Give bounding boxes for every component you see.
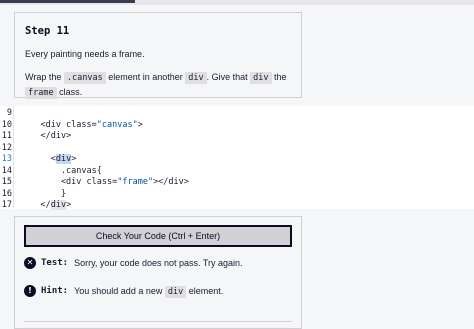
code-line[interactable]: 10 <div class="canvas">: [0, 120, 474, 132]
line-number: 16: [1, 188, 12, 199]
inline-code-canvas: .canvas: [63, 72, 106, 84]
code-line[interactable]: 11 </div>: [0, 131, 474, 143]
lightbulb-icon: !: [24, 285, 36, 297]
line-number: 13: [1, 154, 12, 164]
description-text: Every painting needs a frame. Wrap the .…: [25, 47, 291, 100]
code-line[interactable]: 14 .canvas{: [0, 166, 474, 178]
step-title: Step 11: [25, 25, 70, 37]
hint-row: ! Hint: You should add a new div element…: [24, 285, 292, 298]
hint-label: Hint:: [41, 286, 69, 296]
instruction-part: . Give that: [206, 72, 251, 82]
code-text: </div>: [20, 131, 72, 141]
code-text: <div>: [20, 154, 77, 164]
instruction-part: class.: [56, 87, 83, 97]
code-line[interactable]: 9: [0, 108, 474, 120]
description-panel: Step 11 Every painting needs a frame. Wr…: [14, 12, 302, 100]
instruction-part: the: [271, 72, 287, 82]
line-number: 10: [1, 119, 12, 130]
line-number: 11: [1, 131, 12, 141]
hint-part: element.: [186, 285, 224, 296]
code-text: }: [20, 188, 67, 199]
instruction-part: Wrap the: [25, 72, 64, 82]
code-text: </div>: [20, 200, 72, 210]
code-line[interactable]: 16 }: [0, 189, 474, 201]
code-line[interactable]: 17 </div>: [0, 200, 474, 212]
intro-text: Every painting needs a frame.: [25, 49, 145, 59]
inline-code-div: div: [164, 285, 187, 298]
inline-code-div: div: [250, 72, 272, 84]
instruction-text: Wrap the .canvas element in another div.…: [25, 70, 291, 100]
line-number: 9: [6, 108, 12, 118]
code-line[interactable]: 13 <div>: [0, 154, 474, 166]
line-number: 17: [1, 200, 12, 210]
code-text: <div class="frame"></div>: [20, 177, 189, 187]
divider: [24, 321, 292, 322]
test-label: Test:: [41, 258, 69, 268]
line-number: 14: [1, 165, 12, 176]
test-panel: Check Your Code (Ctrl + Enter) ✕ Test: S…: [14, 216, 302, 329]
hint-message: You should add a new div element.: [74, 285, 224, 298]
line-number: 15: [1, 177, 12, 187]
test-message: Sorry, your code does not pass. Try agai…: [74, 258, 243, 268]
code-line[interactable]: 15 <div class="frame"></div>: [0, 177, 474, 189]
code-text: <div class="canvas">: [20, 119, 143, 130]
test-result: ✕ Test: Sorry, your code does not pass. …: [24, 257, 292, 269]
line-number: 12: [1, 142, 12, 153]
hint-part: You should add a new: [74, 285, 165, 296]
code-text: .canvas{: [20, 165, 102, 176]
progress-fill: [0, 0, 135, 3]
instruction-part: element in another: [105, 72, 186, 82]
editor-scrollbar[interactable]: [466, 106, 474, 209]
top-progress-strip: [0, 0, 474, 5]
inline-code-frame: frame: [25, 87, 57, 99]
code-line[interactable]: 12: [0, 143, 474, 155]
code-editor[interactable]: 9 10 <div class="canvas"> 11 </div> 12 13 <d…: [0, 106, 474, 212]
fail-icon: ✕: [24, 257, 36, 269]
check-code-button[interactable]: Check Your Code (Ctrl + Enter): [24, 225, 292, 247]
inline-code-div: div: [185, 72, 207, 84]
